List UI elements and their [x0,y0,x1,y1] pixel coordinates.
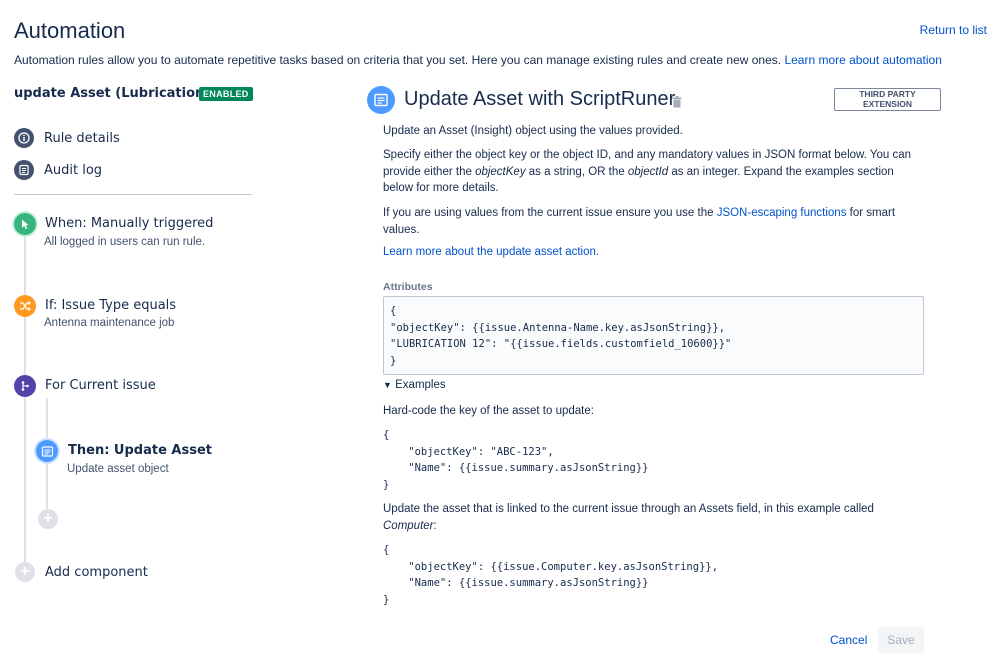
action-description-2: Specify either the object key or the obj… [383,147,923,197]
return-to-list-link[interactable]: Return to list [920,23,987,37]
action-description-1: Update an Asset (Insight) object using t… [383,123,923,140]
third-party-badge: THIRD PARTY EXTENSION [834,88,941,111]
step-trigger-subtitle: All logged in users can run rule. [44,236,205,248]
intro-description: Automation rules allow you to automate r… [14,53,781,67]
plus-icon: + [15,562,35,582]
save-button[interactable]: Save [878,627,924,653]
list-icon [14,160,34,180]
example2-computer: Computer [383,520,434,532]
action-title: Update Asset with ScriptRuner [404,88,675,111]
cursor-icon [14,213,36,235]
step-action-title: Then: Update Asset [68,443,212,458]
cancel-button[interactable]: Cancel [822,627,875,653]
desc2-object-key: objectKey [475,166,526,178]
nav-rule-details-label: Rule details [44,131,120,146]
learn-more-automation-link[interactable]: Learn more about automation [784,53,941,67]
examples-toggle[interactable]: ▼ Examples [383,379,446,391]
step-action[interactable]: Then: Update Asset Update asset object [36,440,246,480]
intro-text: Automation rules allow you to automate r… [14,53,942,67]
branch-icon [14,375,36,397]
step-condition-title: If: Issue Type equals [45,298,176,313]
add-branch-component-button[interactable]: + [38,509,58,529]
divider [14,194,252,195]
step-branch[interactable]: For Current issue [14,375,244,399]
example2-text: Update the asset that is linked to the c… [383,501,923,534]
nav-audit-log[interactable]: Audit log [14,160,102,180]
nav-audit-log-label: Audit log [44,163,102,178]
attributes-label: Attributes [383,281,433,293]
step-condition[interactable]: If: Issue Type equals Antenna maintenanc… [14,295,244,335]
example1-text: Hard-code the key of the asset to update… [383,403,923,420]
step-trigger[interactable]: When: Manually triggered All logged in u… [14,213,244,253]
action-description-3: If you are using values from the current… [383,205,923,238]
shuffle-icon [14,295,36,317]
step-action-subtitle: Update asset object [67,463,169,475]
learn-more-update-asset-link[interactable]: Learn more about the update asset action… [383,246,599,258]
trash-icon[interactable] [672,95,682,113]
example2-part-b: : [434,520,437,532]
page-title: Automation [14,18,125,44]
desc3-part-a: If you are using values from the current… [383,207,717,219]
step-trigger-title: When: Manually triggered [45,216,213,231]
asset-icon [367,86,395,114]
example2-part-a: Update the asset that is linked to the c… [383,503,874,515]
attributes-input[interactable]: { "objectKey": {{issue.Antenna-Name.key.… [383,296,924,375]
example2-code: { "objectKey": {{issue.Computer.key.asJs… [383,542,718,608]
nav-rule-details[interactable]: Rule details [14,128,120,148]
example1-code: { "objectKey": "ABC-123", "Name": {{issu… [383,427,649,493]
desc2-object-id: objectId [628,166,668,178]
examples-toggle-label: Examples [395,379,446,391]
rule-name: update Asset (Lubrication12) [14,86,228,101]
add-component-button[interactable]: + Add component [15,562,215,584]
json-escaping-link[interactable]: JSON-escaping functions [717,207,847,219]
step-branch-title: For Current issue [45,378,156,393]
status-badge: ENABLED [199,87,253,101]
step-condition-subtitle: Antenna maintenance job [44,317,174,329]
asset-icon [36,440,58,462]
desc2-part-b: as a string, OR the [526,166,628,178]
caret-down-icon: ▼ [383,380,392,390]
info-icon [14,128,34,148]
third-party-badge-line2: EXTENSION [835,100,940,110]
add-component-label: Add component [45,565,148,580]
